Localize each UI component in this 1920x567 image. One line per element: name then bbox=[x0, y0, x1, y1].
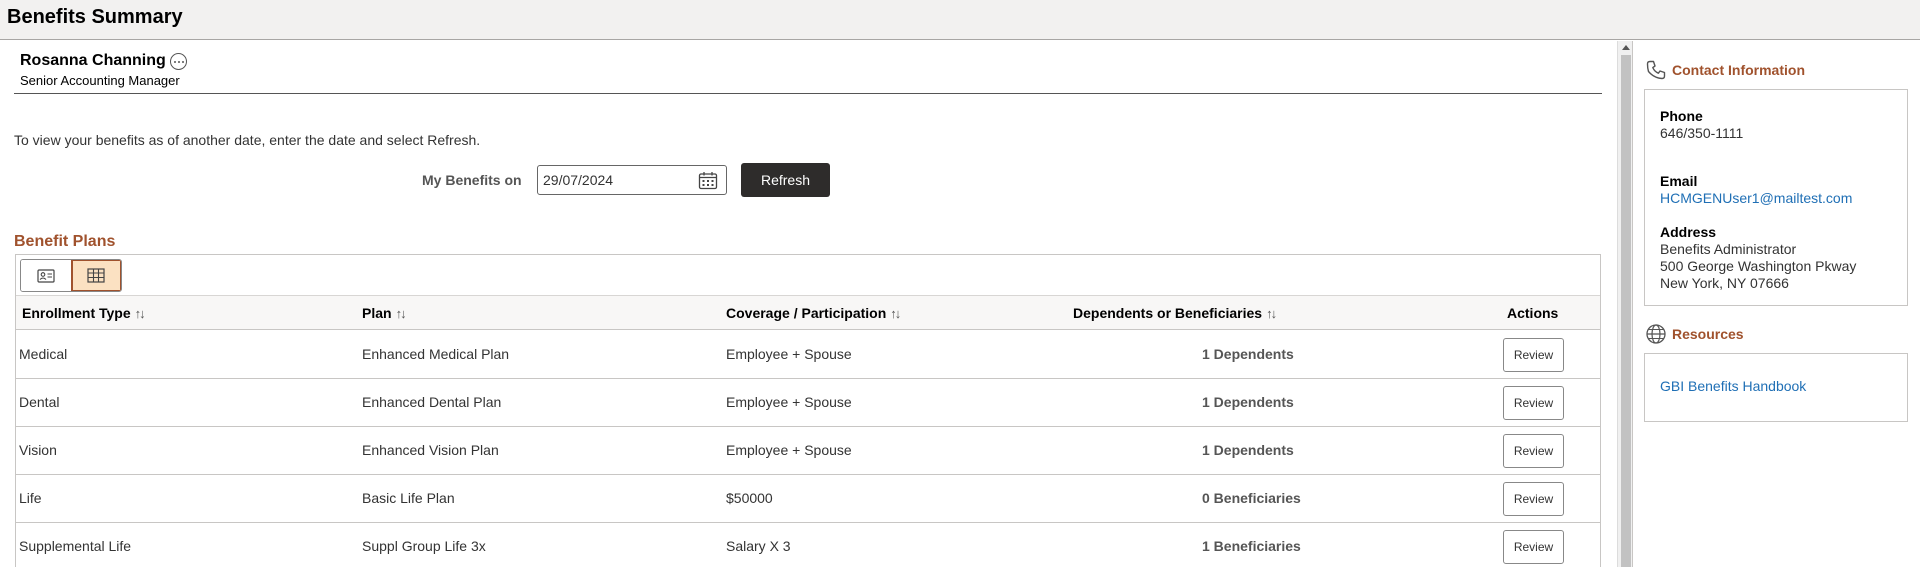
plan-name: Enhanced Medical Plan bbox=[362, 346, 510, 362]
card-view-button[interactable] bbox=[21, 260, 71, 291]
page-header: Benefits Summary bbox=[0, 0, 1920, 40]
view-toggle bbox=[20, 259, 122, 292]
more-icon[interactable] bbox=[170, 53, 187, 70]
table-row: Life Basic Life Plan $50000 0 Beneficiar… bbox=[16, 475, 1600, 523]
review-button[interactable]: Review bbox=[1503, 530, 1564, 564]
scroll-up-icon[interactable] bbox=[1622, 45, 1630, 50]
page-title: Benefits Summary bbox=[7, 6, 183, 28]
sort-icon[interactable]: ↑↓ bbox=[135, 306, 146, 321]
benefit-plans-title: Benefit Plans bbox=[14, 233, 116, 250]
review-button[interactable]: Review bbox=[1503, 386, 1564, 420]
person-title: Senior Accounting Manager bbox=[20, 73, 180, 88]
date-input[interactable] bbox=[543, 172, 693, 188]
contact-header: Contact Information bbox=[1645, 59, 1805, 81]
grid-view-icon bbox=[87, 268, 106, 283]
column-header-enrollment-type[interactable]: Enrollment Type ↑↓ bbox=[22, 305, 146, 321]
column-header-coverage[interactable]: Coverage / Participation ↑↓ bbox=[726, 305, 901, 321]
resources-header: Resources bbox=[1645, 323, 1744, 345]
contact-card: Phone 646/350-1111 Email HCMGENUser1@mai… bbox=[1644, 89, 1908, 306]
calendar-icon[interactable] bbox=[698, 171, 718, 190]
review-button[interactable]: Review bbox=[1503, 338, 1564, 372]
resources-title: Resources bbox=[1672, 326, 1744, 342]
enrollment-type: Life bbox=[19, 490, 42, 506]
dependents: 1 Dependents bbox=[1202, 442, 1294, 458]
table-row: Vision Enhanced Vision Plan Employee + S… bbox=[16, 427, 1600, 475]
review-button[interactable]: Review bbox=[1503, 482, 1564, 516]
address-line-1: Benefits Administrator bbox=[1660, 241, 1797, 257]
dependents: 0 Beneficiaries bbox=[1202, 490, 1301, 506]
plan-name: Enhanced Vision Plan bbox=[362, 442, 499, 458]
coverage: Employee + Spouse bbox=[726, 394, 852, 410]
review-button[interactable]: Review bbox=[1503, 434, 1564, 468]
coverage: Salary X 3 bbox=[726, 538, 791, 554]
address-label: Address bbox=[1660, 224, 1717, 240]
globe-icon bbox=[1646, 324, 1666, 344]
scrollbar-thumb[interactable] bbox=[1621, 55, 1631, 567]
phone-icon bbox=[1646, 60, 1666, 80]
sort-icon[interactable]: ↑↓ bbox=[396, 306, 407, 321]
refresh-button[interactable]: Refresh bbox=[741, 163, 830, 197]
main-scrollbar[interactable] bbox=[1617, 41, 1632, 567]
plan-name: Enhanced Dental Plan bbox=[362, 394, 502, 410]
coverage: Employee + Spouse bbox=[726, 442, 852, 458]
address-line-3: New York, NY 07666 bbox=[1660, 275, 1789, 291]
sort-icon[interactable]: ↑↓ bbox=[890, 306, 901, 321]
column-header-actions: Actions bbox=[1507, 305, 1559, 321]
instructions-text: To view your benefits as of another date… bbox=[14, 132, 481, 148]
person-name: Rosanna Channing bbox=[20, 52, 166, 69]
right-panel: Contact Information Phone 646/350-1111 E… bbox=[1633, 41, 1920, 567]
plan-name: Suppl Group Life 3x bbox=[362, 538, 486, 554]
email-link[interactable]: HCMGENUser1@mailtest.com bbox=[1660, 190, 1852, 206]
phone-value: 646/350-1111 bbox=[1660, 125, 1744, 141]
dependents: 1 Dependents bbox=[1202, 394, 1294, 410]
table-row: Supplemental Life Suppl Group Life 3x Sa… bbox=[16, 523, 1600, 567]
table-header: Enrollment Type ↑↓ Plan ↑↓ Coverage / Part… bbox=[16, 295, 1600, 330]
enrollment-type: Supplemental Life bbox=[19, 538, 132, 554]
sort-icon[interactable]: ↑↓ bbox=[1266, 306, 1277, 321]
enrollment-type: Vision bbox=[19, 442, 57, 458]
table-row: Medical Enhanced Medical Plan Employee +… bbox=[16, 331, 1600, 379]
enrollment-type: Medical bbox=[19, 346, 68, 362]
header-divider bbox=[14, 93, 1602, 94]
phone-label: Phone bbox=[1660, 108, 1703, 124]
benefits-handbook-link[interactable]: GBI Benefits Handbook bbox=[1660, 378, 1806, 394]
grid-view-button[interactable] bbox=[70, 260, 121, 291]
plan-name: Basic Life Plan bbox=[362, 490, 455, 506]
coverage: $50000 bbox=[726, 490, 773, 506]
benefit-plans-grid: Enrollment Type ↑↓ Plan ↑↓ Coverage / Part… bbox=[15, 254, 1601, 567]
date-field[interactable] bbox=[537, 165, 727, 195]
address-line-2: 500 George Washington Pkway bbox=[1660, 258, 1857, 274]
date-label: My Benefits on bbox=[422, 172, 522, 188]
card-view-icon bbox=[37, 268, 55, 283]
enrollment-type: Dental bbox=[19, 394, 60, 410]
column-header-plan[interactable]: Plan ↑↓ bbox=[362, 305, 407, 321]
table-row: Dental Enhanced Dental Plan Employee + S… bbox=[16, 379, 1600, 427]
contact-title: Contact Information bbox=[1672, 62, 1805, 78]
dependents: 1 Beneficiaries bbox=[1202, 538, 1301, 554]
email-label: Email bbox=[1660, 173, 1698, 189]
resources-card: GBI Benefits Handbook bbox=[1644, 353, 1908, 422]
column-header-dependents[interactable]: Dependents or Beneficiaries ↑↓ bbox=[1073, 305, 1277, 321]
dependents: 1 Dependents bbox=[1202, 346, 1294, 362]
coverage: Employee + Spouse bbox=[726, 346, 852, 362]
